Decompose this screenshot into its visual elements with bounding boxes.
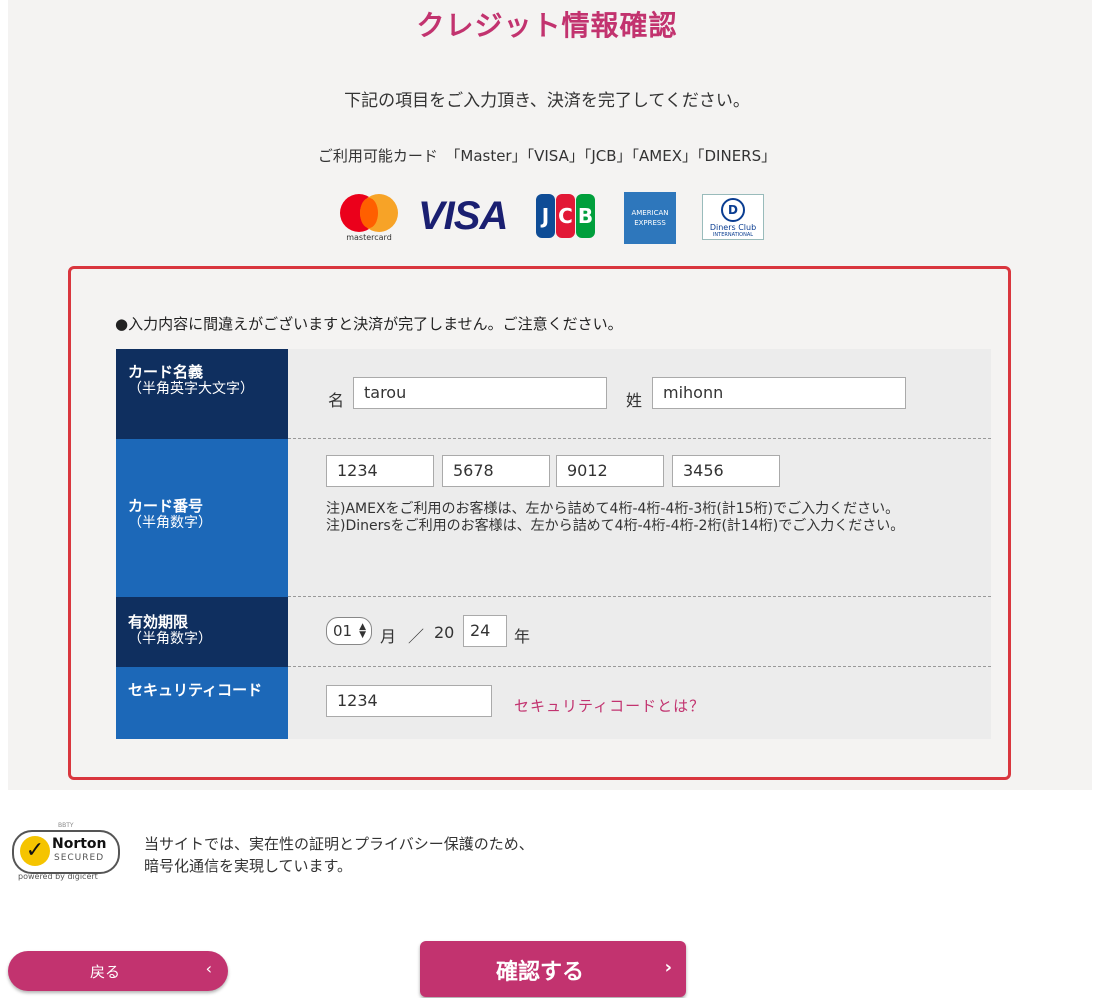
credit-form-frame: ●入力内容に間違えがございますと決済が完了しません。ご注意ください。 カード名義…: [68, 266, 1011, 780]
month-unit: 月: [380, 627, 397, 646]
jcb-logo: J C B: [536, 194, 596, 238]
visa-logo: VISA: [418, 194, 508, 238]
chevron-left-icon: ‹: [205, 959, 212, 978]
expiry-separator: ／: [408, 627, 425, 646]
form-notice: ●入力内容に間違えがございますと決済が完了しません。ご注意ください。: [115, 315, 623, 333]
security-code-help-link[interactable]: セキュリティコードとは？: [514, 695, 705, 716]
expiry-year-input[interactable]: 24: [463, 615, 507, 647]
first-name-input[interactable]: tarou: [353, 377, 607, 409]
year-unit: 年: [514, 627, 531, 646]
card-number-label: カード番号 （半角数字）: [116, 439, 288, 597]
card-number-notes: 注)AMEXをご利用のお客様は、左から詰めて4桁-4桁-4桁-3桁(計15桁)で…: [326, 501, 986, 535]
checkmark-icon: ✓: [20, 836, 50, 866]
card-number-input-2[interactable]: 5678: [442, 455, 550, 487]
page-title: クレジット情報確認: [416, 9, 678, 42]
first-name-label: 名: [328, 391, 345, 410]
back-button[interactable]: 戻る ‹: [8, 951, 228, 991]
ssl-description: 当サイトでは、実在性の証明とプライバシー保護のため、 暗号化通信を実現しています…: [144, 835, 534, 875]
card-name-row: カード名義 （半角英字大文字） 名 tarou 姓 mihonn: [116, 349, 991, 439]
card-number-input-3[interactable]: 9012: [556, 455, 664, 487]
year-prefix: 20: [434, 623, 455, 642]
security-code-label: セキュリティコード: [116, 667, 288, 739]
amex-note: 注)AMEXをご利用のお客様は、左から詰めて4桁-4桁-4桁-3桁(計15桁)で…: [326, 501, 900, 517]
norton-secured-badge: BBTY ✓ Norton SECURED powered by digicer…: [10, 822, 120, 882]
security-code-input[interactable]: 1234: [326, 685, 492, 717]
card-number-row: カード番号 （半角数字） 1234 5678 9012 3456 注)AMEXを…: [116, 439, 991, 597]
diners-logo: D Diners Club INTERNATIONAL: [702, 194, 764, 240]
select-arrows-icon: ▲ ▼: [359, 622, 366, 640]
expiry-row: 有効期限 （半角数字） 01 ▲ ▼ 月 ／ 20 24 年: [116, 597, 991, 667]
expiry-month-select[interactable]: 01 ▲ ▼: [326, 617, 372, 645]
security-code-row: セキュリティコード 1234 セキュリティコードとは？: [116, 667, 991, 739]
last-name-label: 姓: [626, 391, 643, 410]
confirm-button[interactable]: 確認する ›: [420, 941, 686, 997]
amex-logo: AMERICAN EXPRESS: [624, 192, 676, 244]
chevron-right-icon: ›: [664, 957, 672, 978]
mastercard-logo: mastercard: [338, 192, 400, 244]
expiry-label: 有効期限 （半角数字）: [116, 597, 288, 667]
card-number-input-1[interactable]: 1234: [326, 455, 434, 487]
card-number-input-4[interactable]: 3456: [672, 455, 780, 487]
diners-note: 注)Dinersをご利用のお客様は、左から詰めて4桁-4桁-4桁-2桁(計14桁…: [326, 518, 905, 534]
available-cards-text: ご利用可能カード 「Master」「VISA」「JCB」「AMEX」「DINER…: [317, 147, 777, 165]
last-name-input[interactable]: mihonn: [652, 377, 906, 409]
lead-text: 下記の項目をご入力頂き、決済を完了してください。: [344, 91, 750, 111]
card-name-label: カード名義 （半角英字大文字）: [116, 349, 288, 439]
